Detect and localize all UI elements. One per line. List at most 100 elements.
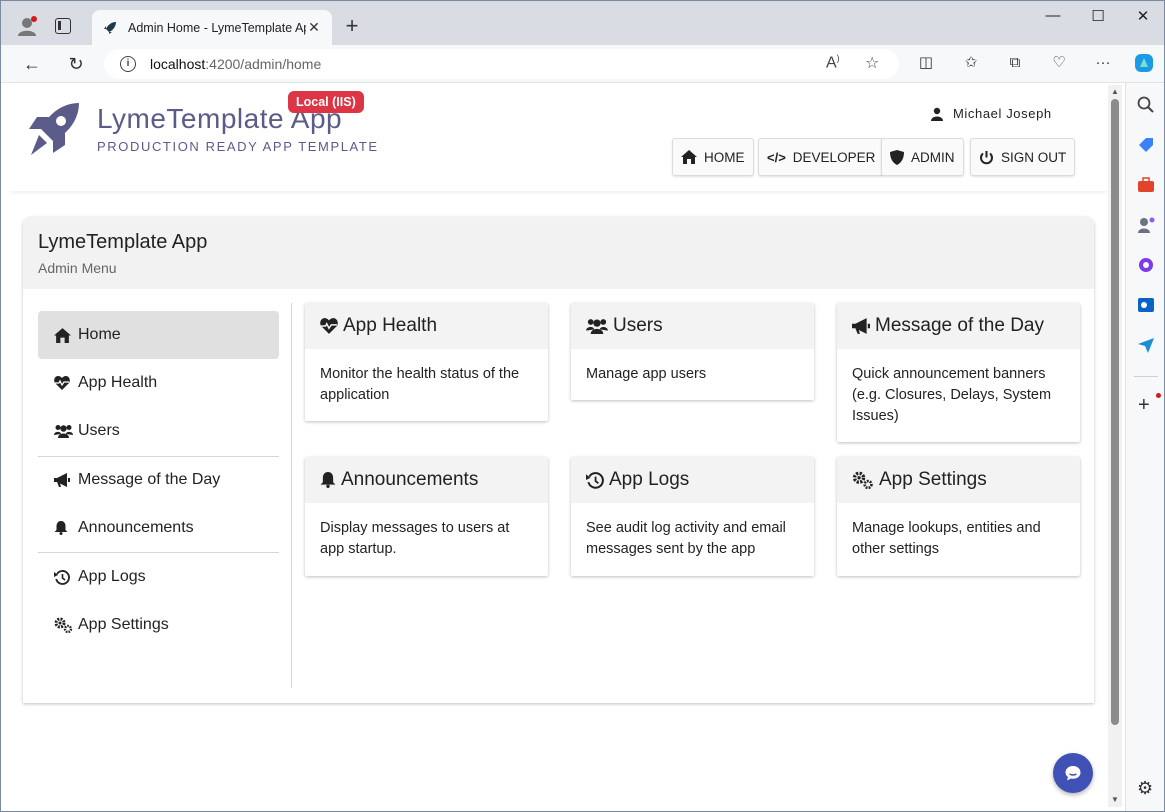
tile-app-health[interactable]: App Health Monitor the health status of … (305, 303, 548, 421)
tile-header: Users (571, 303, 814, 349)
favorites-icon[interactable]: ✩ (961, 53, 981, 73)
sidebar-settings-gear-icon[interactable]: ⚙ (1137, 778, 1153, 799)
cogs-icon (54, 617, 73, 633)
outlook-icon[interactable] (1136, 295, 1156, 315)
menu-item-label: Message of the Day (78, 471, 221, 488)
scroll-thumb[interactable] (1111, 99, 1119, 725)
nav-developer-button[interactable]: </> DEVELOPER (758, 138, 885, 176)
rocket-favicon-icon (102, 20, 118, 36)
user-info[interactable]: Michael Joseph (931, 106, 1052, 121)
address-bar-row: ← ↻ i localhost:4200/admin/home A) ☆ (1, 45, 1164, 83)
menu-item-app-logs[interactable]: App Logs (38, 553, 279, 601)
tile-header: App Logs (571, 457, 814, 503)
tile-header: App Health (305, 303, 548, 349)
shield-icon (890, 149, 904, 165)
tile-title: App Settings (879, 469, 987, 490)
close-window-button[interactable]: ✕ (1123, 7, 1163, 25)
nav-sign-out-button[interactable]: SIGN OUT (970, 138, 1076, 176)
read-aloud-icon[interactable]: A) (826, 53, 840, 72)
heartbeat-icon (320, 318, 338, 334)
menu-item-home[interactable]: Home (38, 311, 279, 359)
close-tab-icon[interactable]: ✕ (306, 19, 322, 36)
search-icon[interactable] (1136, 95, 1156, 115)
scroll-up-arrow-icon[interactable]: ▲ (1111, 87, 1119, 96)
send-icon[interactable] (1136, 335, 1156, 355)
menu-item-announcements[interactable]: Announcements (38, 504, 279, 552)
browser-window: Admin Home - LymeTemplate Ap ✕ + — ☐ ✕ ←… (0, 0, 1165, 812)
menu-item-label: Announcements (78, 519, 194, 536)
tile-app-settings[interactable]: App Settings Manage lookups, entities an… (837, 457, 1080, 576)
menu-item-users[interactable]: Users (38, 407, 279, 455)
bell-icon (54, 521, 68, 535)
back-arrow-icon[interactable]: ← (21, 53, 43, 75)
menu-item-label: Home (78, 326, 121, 343)
maximize-button[interactable]: ☐ (1078, 7, 1118, 25)
split-screen-icon[interactable]: ◫ (916, 53, 936, 73)
tile-header: Announcements (305, 457, 548, 503)
nav-admin-button[interactable]: ADMIN (881, 138, 964, 176)
tab-strip: Admin Home - LymeTemplate Ap ✕ + — ☐ ✕ (1, 1, 1164, 45)
copilot-icon[interactable] (1133, 52, 1155, 74)
home-icon (54, 327, 71, 343)
tile-title: App Health (343, 315, 438, 336)
tile-app-logs[interactable]: App Logs See audit log activity and emai… (571, 457, 814, 576)
tile-header: Message of the Day (837, 303, 1080, 349)
nav-developer-label: DEVELOPER (792, 149, 876, 165)
menu-item-message-of-the-day[interactable]: Message of the Day (38, 456, 279, 504)
more-menu-icon[interactable]: ··· (1093, 53, 1113, 73)
url-path: :4200/admin/home (205, 56, 322, 72)
card-title: LymeTemplate App (38, 231, 208, 253)
cogs-icon (852, 471, 873, 489)
minimize-button[interactable]: — (1033, 7, 1073, 24)
profile-icon[interactable] (16, 15, 38, 37)
tile-users[interactable]: Users Manage app users (571, 303, 814, 400)
tab-actions-icon[interactable] (55, 18, 71, 34)
browser-tab[interactable]: Admin Home - LymeTemplate Ap ✕ (92, 10, 332, 45)
shopping-tag-icon[interactable] (1136, 135, 1156, 155)
nav-sign-out-label: SIGN OUT (1001, 149, 1067, 165)
bell-icon (320, 472, 336, 488)
rocket-logo-icon[interactable] (23, 99, 83, 159)
power-icon (980, 150, 993, 164)
site-info-icon[interactable]: i (120, 56, 136, 72)
tile-description: See audit log activity and email message… (586, 520, 786, 557)
new-tab-button[interactable]: + (341, 15, 363, 37)
environment-badge: Local (IIS) (288, 91, 364, 113)
url-field[interactable]: i localhost:4200/admin/home (104, 49, 899, 79)
bullhorn-icon (852, 318, 870, 334)
menu-item-app-health[interactable]: App Health (38, 359, 279, 407)
nav-admin-label: ADMIN (911, 149, 955, 165)
edge-sidebar: + ⚙ (1125, 83, 1164, 811)
browser-essentials-icon[interactable]: ♡ (1049, 53, 1069, 73)
tile-description: Manage lookups, entities and other setti… (852, 520, 1041, 557)
add-sidebar-icon[interactable]: + (1138, 395, 1150, 415)
nav-home-button[interactable]: HOME (672, 138, 754, 176)
nav-home-label: HOME (704, 149, 745, 165)
bullhorn-icon (54, 473, 70, 487)
user-icon (931, 107, 943, 121)
collections-icon[interactable]: ⧉ (1005, 53, 1025, 73)
scroll-down-arrow-icon[interactable]: ▼ (1111, 795, 1119, 804)
menu-vertical-divider (291, 303, 292, 688)
menu-item-app-settings[interactable]: App Settings (38, 601, 279, 649)
menu-item-label: App Health (78, 374, 158, 391)
app-header: LymeTemplate App PRODUCTION READY APP TE… (9, 83, 1108, 191)
chat-button[interactable] (1053, 753, 1093, 793)
tile-message-of-the-day[interactable]: Message of the Day Quick announcement ba… (837, 303, 1080, 442)
tile-description: Monitor the health status of the applica… (320, 366, 520, 403)
menu-item-label: Users (78, 422, 120, 439)
heartbeat-icon (54, 376, 70, 390)
tile-announcements[interactable]: Announcements Display messages to users … (305, 457, 548, 576)
m365-icon[interactable] (1136, 255, 1156, 275)
page-scrollbar[interactable]: ▲ ▼ (1108, 85, 1122, 807)
favorite-star-icon[interactable]: ☆ (865, 53, 879, 73)
notification-dot (1156, 393, 1161, 398)
user-name: Michael Joseph (953, 106, 1052, 121)
refresh-icon[interactable]: ↻ (65, 53, 87, 75)
tile-header: App Settings (837, 457, 1080, 503)
app-subtitle: PRODUCTION READY APP TEMPLATE (97, 139, 379, 154)
tile-description: Quick announcement banners (e.g. Closure… (852, 366, 1052, 424)
tools-icon[interactable] (1136, 175, 1156, 195)
games-icon[interactable] (1136, 215, 1156, 235)
users-icon (586, 319, 608, 334)
